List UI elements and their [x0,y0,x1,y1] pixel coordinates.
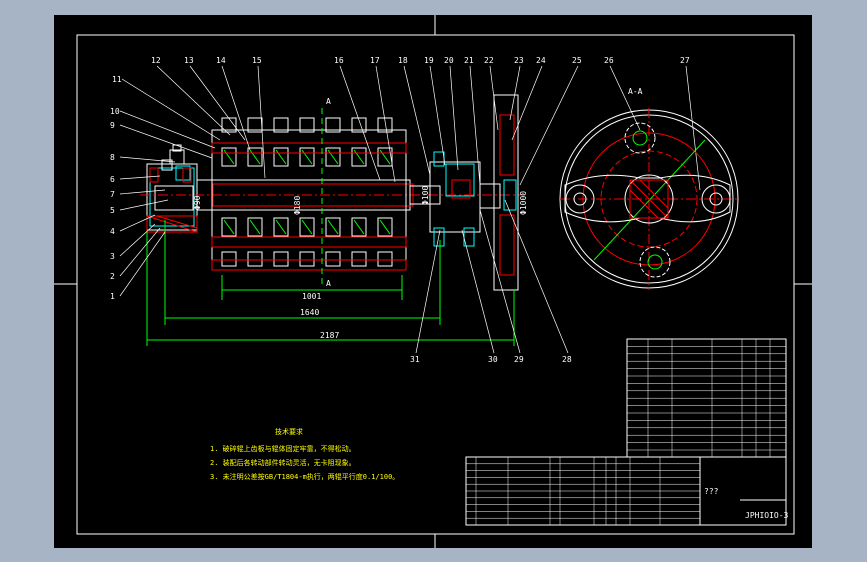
balloon-8: 8 [110,153,115,162]
balloon-30: 30 [488,355,498,364]
balloon-24: 24 [536,56,546,65]
tooth-hatch [301,219,313,235]
leader-line [189,65,246,141]
parts-list-table [626,338,787,458]
inner-border [76,34,795,535]
balloon-15: 15 [252,56,262,65]
dim-hub-dia: Φ100 [421,186,430,205]
balloon-19: 19 [424,56,434,65]
tooth-hatch [379,219,391,235]
leader-line [156,65,231,136]
balloon-14: 14 [216,56,226,65]
title-block-unknown: ??? [704,487,719,496]
balloon-25: 25 [572,56,582,65]
roll-tooth [351,251,367,267]
dim-2187: 2187 [320,331,339,340]
balloon-16: 16 [334,56,344,65]
cad-viewport[interactable]: A A 1001 1640 2187 Φ180 Φ100 Φ1000 Φ90 1… [0,0,867,562]
leader-line [119,199,169,211]
section-view-title: A-A [628,87,643,96]
balloon-13: 13 [184,56,194,65]
balloon-23: 23 [514,56,524,65]
balloon-10: 10 [110,107,120,116]
roll-tooth [377,251,393,267]
balloon-20: 20 [444,56,454,65]
tooth-hatch [327,219,339,235]
section-view-a-a: A-A [559,87,740,290]
dim-shaft-dia: Φ180 [293,196,302,215]
balloon-21: 21 [464,56,474,65]
roll-tooth [247,251,263,267]
tooth-hatch [379,149,391,165]
main-assembly-view: A A 1001 1640 2187 Φ180 Φ100 Φ1000 Φ90 1… [110,56,701,364]
leader-line [429,65,446,166]
leader-line [339,65,381,181]
roll-hatch-bottom [211,236,407,248]
roll-tooth [221,251,237,267]
leader-line [403,65,431,176]
balloon-27: 27 [680,56,690,65]
roll-tooth [273,251,289,267]
balloon-29: 29 [514,355,524,364]
balloon-12: 12 [151,56,161,65]
leader-line [461,229,495,354]
balloon-6: 6 [110,175,115,184]
leader-line [609,65,641,131]
dim-1001: 1001 [302,292,321,301]
leader-line [119,110,216,149]
tooth-hatch [327,149,339,165]
balloon-4: 4 [110,227,115,236]
dim-small-dia: Φ90 [193,195,202,210]
tooth-hatch [353,149,365,165]
section-cut-label-top: A [326,97,331,106]
balloon-26: 26 [604,56,614,65]
notes-line-2: 2. 装配后各转动部件转动灵活，无卡阻现象。 [210,458,356,467]
roll-tooth [325,251,341,267]
tooth-hatch [275,219,287,235]
tooth-hatch [223,219,235,235]
dim-wheel-dia: Φ1000 [519,191,528,215]
cad-drawing: A A 1001 1640 2187 Φ180 Φ100 Φ1000 Φ90 1… [54,15,812,548]
balloon-7: 7 [110,190,115,199]
leader-line [449,65,459,171]
leader-line [221,65,251,151]
left-bearing-housing [146,144,198,233]
section-cut-label-bottom: A [326,279,331,288]
balloon-5: 5 [110,206,115,215]
leader-line [415,229,441,354]
leader-line [119,175,161,180]
balloon-11: 11 [112,75,122,84]
tooth-hatch [353,219,365,235]
roll-teeth-group [221,117,393,267]
tooth-hatch [275,149,287,165]
leader-line [119,231,166,297]
balloon-2: 2 [110,272,115,281]
tooth-hatch [223,149,235,165]
notes-title: 技术要求 [275,427,303,436]
notes-line-1: 1. 破碎辊上齿板与辊体固定牢靠，不得松动。 [210,444,356,453]
notes-line-3: 3. 未注明公差按GB/T1804-m执行，两辊平行度0.1/100。 [210,472,399,481]
tooth-hatch [249,219,261,235]
leader-line [469,65,481,186]
balloon-28: 28 [562,355,572,364]
balloon-9: 9 [110,121,115,130]
roll-hatch-lower [211,259,407,271]
leader-line [119,189,166,195]
technical-notes: 技术要求 1. 破碎辊上齿板与辊体固定牢靠，不得松动。 2. 装配后各转动部件转… [210,427,399,481]
roll-tooth [299,251,315,267]
dim-1640: 1640 [300,308,319,317]
balloon-22: 22 [484,56,494,65]
leader-line [511,65,543,141]
tooth-hatch [249,149,261,165]
balloon-3: 3 [110,252,115,261]
tooth-hatch [301,149,313,165]
balloon-1: 1 [110,292,115,301]
leader-line [119,227,161,277]
balloon-31: 31 [410,355,420,364]
leader-line [519,65,579,186]
title-block: ??? JPHIOIO-3 [465,456,789,526]
drawing-number: JPHIOIO-3 [745,511,789,520]
balloon-17: 17 [370,56,380,65]
balloon-18: 18 [398,56,408,65]
